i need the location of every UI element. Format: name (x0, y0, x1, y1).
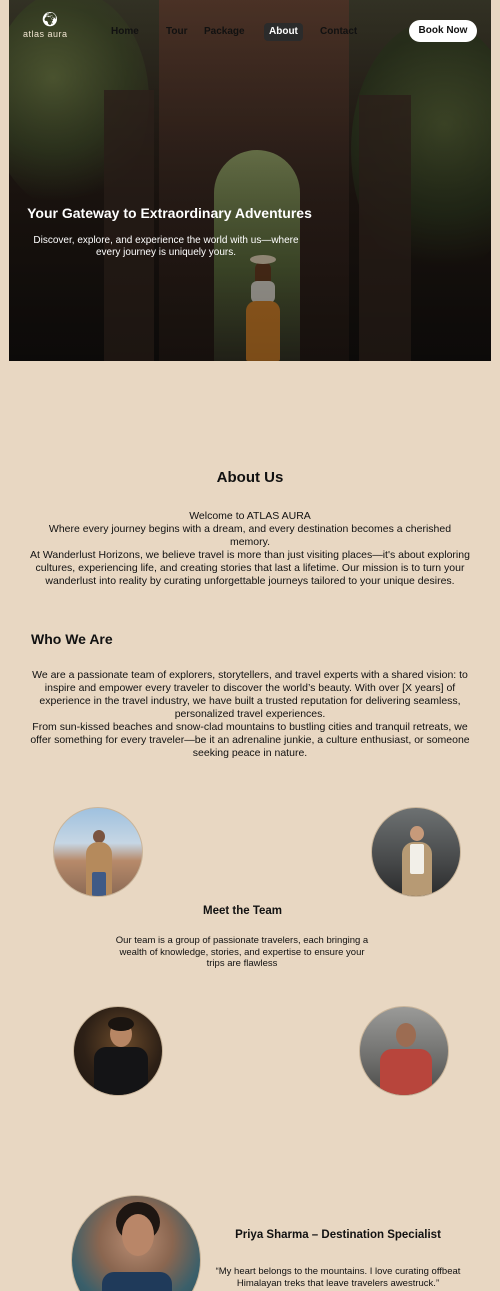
nav-home[interactable]: Home (106, 23, 144, 41)
nav-package[interactable]: Package (199, 23, 250, 41)
hero-subtitle: Discover, explore, and experience the wo… (33, 235, 299, 258)
team-avatar-1 (53, 807, 143, 897)
featured-member-avatar (71, 1195, 201, 1291)
nav-contact[interactable]: Contact (315, 23, 362, 41)
hero-title: Your Gateway to Extraordinary Adventures (27, 205, 312, 221)
about-title: About Us (216, 469, 284, 486)
who-body: We are a passionate team of explorers, s… (30, 669, 470, 760)
about-welcome: Welcome to ATLAS AURA (189, 510, 311, 522)
who-paragraph-1: We are a passionate team of explorers, s… (32, 669, 468, 720)
team-avatar-3 (73, 1006, 163, 1096)
about-mission: At Wanderlust Horizons, we believe trave… (30, 549, 470, 587)
nav-tour[interactable]: Tour (161, 23, 192, 41)
who-title: Who We Are (31, 631, 113, 647)
brand-logo[interactable]: 🌍︎ atlas aura (23, 12, 73, 42)
featured-member-quote: “My heart belongs to the mountains. I lo… (215, 1266, 461, 1289)
hero-banner: 🌍︎ atlas aura Home Tour Package About Co… (9, 0, 491, 361)
featured-member-title: Priya Sharma – Destination Specialist (235, 1229, 441, 1241)
brand-name: atlas aura (23, 29, 68, 39)
about-tagline: Where every journey begins with a dream,… (48, 523, 452, 548)
nav-about[interactable]: About (264, 23, 303, 41)
team-title: Meet the Team (202, 905, 283, 917)
top-nav: 🌍︎ atlas aura Home Tour Package About Co… (9, 0, 491, 60)
team-description: Our team is a group of passionate travel… (115, 935, 369, 969)
who-paragraph-2: From sun-kissed beaches and snow-clad mo… (30, 721, 470, 759)
team-avatar-2 (371, 807, 461, 897)
about-body: Welcome to ATLAS AURA Where every journe… (30, 510, 470, 588)
team-avatar-4 (359, 1006, 449, 1096)
book-now-button[interactable]: Book Now (409, 20, 477, 42)
globe-icon: 🌍︎ (41, 11, 59, 27)
